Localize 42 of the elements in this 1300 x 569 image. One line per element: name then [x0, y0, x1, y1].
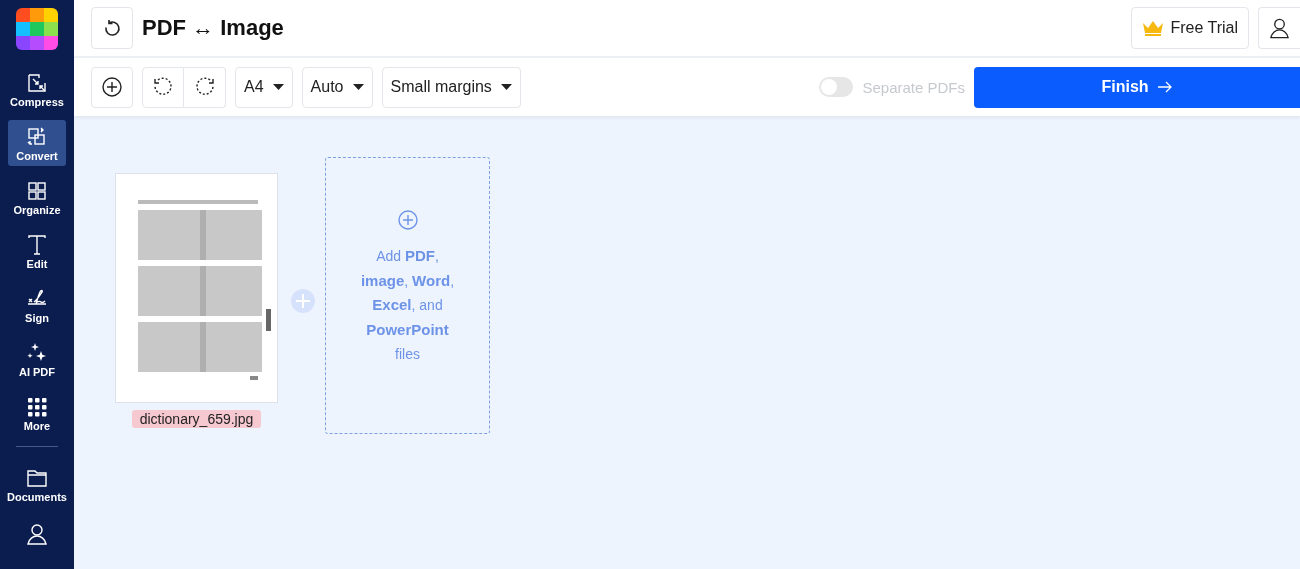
back-button[interactable]	[91, 7, 133, 49]
plus-icon	[296, 294, 310, 308]
sidebar-item[interactable]: Documents	[8, 461, 66, 507]
folder-icon	[26, 467, 48, 489]
dropdown[interactable]: A4	[235, 66, 293, 108]
add-icon	[397, 210, 418, 231]
free-trial-button[interactable]: Free Trial	[1131, 7, 1249, 49]
sidebar-item[interactable]: Sign	[8, 282, 66, 328]
rotate-right-button[interactable]	[184, 66, 226, 108]
caret-icon	[272, 84, 284, 90]
finish-button[interactable]: Finish	[974, 66, 1300, 108]
crown-icon	[1142, 20, 1165, 36]
add-icon	[102, 77, 122, 97]
toggle-label: Separate PDFs	[862, 78, 965, 96]
sidebar-item[interactable]: Edit	[8, 228, 66, 274]
compress-icon	[26, 72, 48, 94]
sidebar-item[interactable]: More	[8, 390, 66, 436]
sidebar-item[interactable]: Compress	[8, 66, 66, 112]
sidebar-item[interactable]: Organize	[8, 174, 66, 220]
rotate-right-icon	[194, 77, 215, 97]
drop-zone-text: Add PDF, image, Word, Excel, and PowerPoint files	[359, 246, 456, 365]
user-icon[interactable]	[1269, 17, 1290, 39]
caret-icon	[352, 84, 364, 90]
arrow-right-icon	[1156, 81, 1173, 93]
rotate-left-button[interactable]	[142, 66, 184, 108]
grid-icon	[26, 180, 48, 202]
dropdown[interactable]: Small margins	[381, 66, 521, 108]
dots-grid-icon	[26, 396, 48, 418]
page-title: PDF ↔ Image	[142, 15, 285, 41]
text-icon	[26, 234, 48, 256]
file-name: dictionary_659.jpg	[131, 410, 262, 428]
user-icon[interactable]	[26, 523, 48, 545]
add-button[interactable]	[91, 66, 133, 108]
app-logo[interactable]	[16, 8, 58, 50]
dropdown[interactable]: Auto	[301, 66, 373, 108]
convert-icon	[26, 126, 48, 148]
caret-icon	[500, 84, 512, 90]
rotate-left-icon	[153, 77, 173, 97]
sidebar-item[interactable]: AI PDF	[8, 336, 66, 382]
sidebar-item[interactable]: Convert	[8, 120, 66, 166]
undo-icon	[103, 19, 121, 37]
account-button[interactable]	[1258, 7, 1300, 49]
